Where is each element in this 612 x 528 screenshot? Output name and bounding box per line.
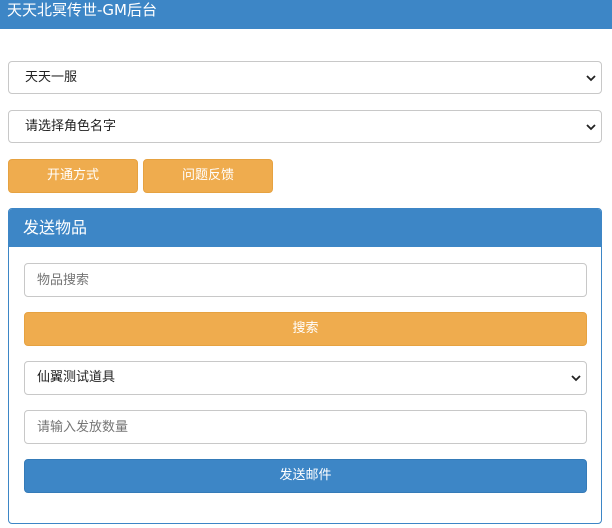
server-select-value: 天天一服 — [25, 70, 78, 85]
item-select-value: 仙翼测试道具 — [37, 370, 116, 385]
chevron-down-icon — [586, 75, 596, 82]
panel-title: 发送物品 — [9, 209, 601, 247]
role-select[interactable]: 请选择角色名字 — [8, 110, 602, 143]
role-select-value: 请选择角色名字 — [25, 119, 117, 134]
send-item-panel: 发送物品 搜索 仙翼测试道具 发送邮件 — [8, 208, 602, 524]
item-select[interactable]: 仙翼测试道具 — [24, 361, 587, 395]
chevron-down-icon — [586, 124, 596, 131]
quantity-input[interactable] — [24, 410, 587, 444]
feedback-button[interactable]: 问题反馈 — [143, 159, 273, 193]
server-select[interactable]: 天天一服 — [8, 61, 602, 94]
search-button[interactable]: 搜索 — [24, 312, 587, 346]
open-method-button[interactable]: 开通方式 — [8, 159, 138, 193]
chevron-down-icon — [571, 375, 581, 382]
item-search-input[interactable] — [24, 263, 587, 297]
send-mail-button[interactable]: 发送邮件 — [24, 459, 587, 493]
page-title: 天天北冥传世-GM后台 — [7, 1, 157, 19]
app-header: 天天北冥传世-GM后台 — [0, 0, 612, 29]
